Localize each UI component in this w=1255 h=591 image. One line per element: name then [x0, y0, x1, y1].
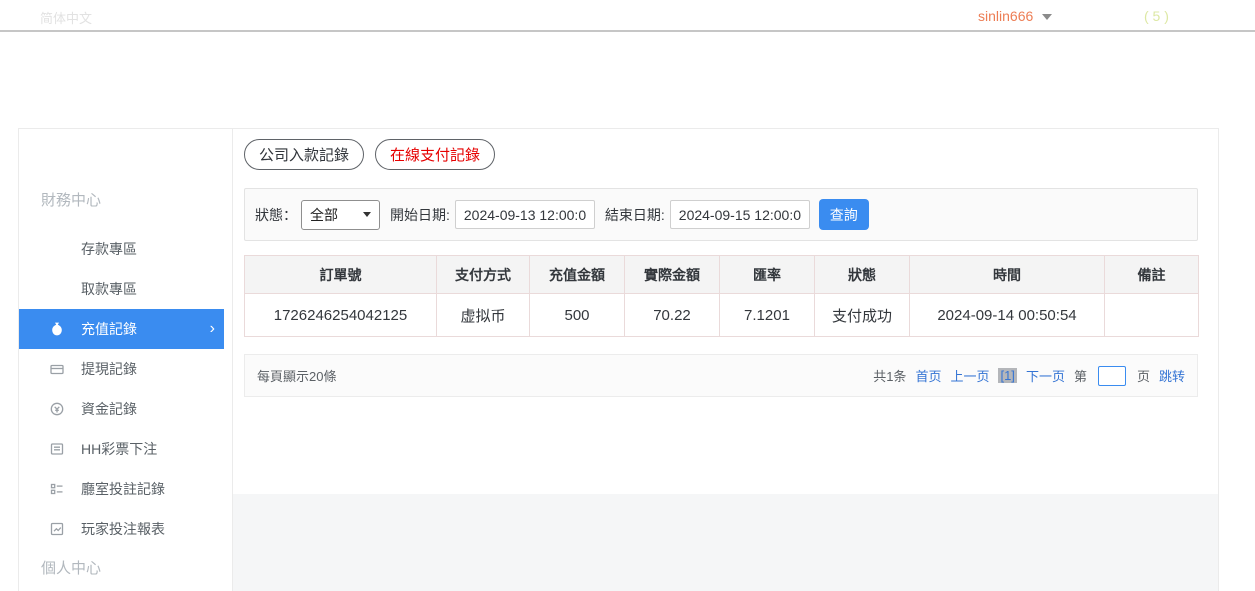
column-header-rate: 匯率 [720, 256, 815, 294]
total-count: 共1条 [873, 366, 906, 385]
status-select-value: 全部 [310, 205, 338, 225]
sidebar-item-label: 充值記錄 [81, 319, 137, 339]
sidebar-item-label: 資金記錄 [81, 399, 137, 419]
cell-recharge-amount: 500 [530, 294, 625, 337]
lottery-doc-icon [49, 441, 65, 457]
page-jump-suffix: 页 [1137, 366, 1150, 385]
sidebar-item-label: HH彩票下注 [81, 439, 157, 459]
sidebar-item-funds-records[interactable]: 資金記錄 [19, 395, 224, 423]
user-dropdown-caret-icon[interactable] [1042, 14, 1052, 20]
column-header-time: 時間 [910, 256, 1105, 294]
start-date-label: 開始日期: [390, 205, 450, 225]
sidebar-section-finance: 財務中心 [41, 189, 101, 210]
records-table: 訂單號 支付方式 充值金額 實際金額 匯率 狀態 時間 備註 172624625… [244, 255, 1199, 337]
language-switcher[interactable]: 简体中文 [40, 8, 92, 27]
column-header-order-no: 訂單號 [245, 256, 437, 294]
sidebar-item-withdraw-zone[interactable]: 取款專區 [81, 275, 137, 303]
prev-page-link[interactable]: 上一页 [950, 366, 989, 385]
cell-actual-amount: 70.22 [625, 294, 720, 337]
sidebar-item-withdrawal-records[interactable]: 提現記錄 [19, 355, 224, 383]
notice-count-badge[interactable]: ( 5 ) [1144, 8, 1169, 24]
page-jump-prefix: 第 [1074, 366, 1087, 385]
sidebar-section-personal: 個人中心 [41, 557, 101, 578]
column-header-status: 狀態 [815, 256, 910, 294]
start-date-input[interactable] [455, 200, 595, 229]
moneybag-icon [49, 321, 65, 337]
room-list-icon [49, 481, 65, 497]
current-page[interactable]: [1] [998, 368, 1016, 383]
jump-button[interactable]: 跳转 [1159, 366, 1185, 385]
cell-status: 支付成功 [815, 294, 910, 337]
column-header-remark: 備註 [1105, 256, 1199, 294]
cell-rate: 7.1201 [720, 294, 815, 337]
sidebar-item-label: 提現記錄 [81, 359, 137, 379]
tab-online-payment-records[interactable]: 在線支付記錄 [375, 139, 495, 170]
next-page-link[interactable]: 下一页 [1026, 366, 1065, 385]
column-header-pay-method: 支付方式 [437, 256, 530, 294]
sidebar-item-label: 玩家投注報表 [81, 519, 165, 539]
sidebar-item-label: 廳室投註記錄 [81, 479, 165, 499]
sidebar-item-deposit-zone[interactable]: 存款專區 [81, 235, 137, 263]
cell-pay-method: 虚拟币 [437, 294, 530, 337]
column-header-actual-amount: 實際金額 [625, 256, 720, 294]
record-type-tabs: 公司入款記錄 在線支付記錄 [244, 139, 1218, 170]
report-chart-icon [49, 521, 65, 537]
cell-remark [1105, 294, 1199, 337]
bottom-gray-area [233, 494, 1218, 591]
table-header-row: 訂單號 支付方式 充值金額 實際金額 匯率 狀態 時間 備註 [245, 256, 1199, 294]
cell-time: 2024-09-14 00:50:54 [910, 294, 1105, 337]
end-date-input[interactable] [670, 200, 810, 229]
main-area: 公司入款記錄 在線支付記錄 狀態： 全部 開始日期: 結束日期: 查詢 [233, 129, 1218, 591]
funds-icon [49, 401, 65, 417]
sidebar-item-hh-lottery-bets[interactable]: HH彩票下注 [19, 435, 224, 463]
sidebar: 財務中心 存款專區 取款專區 充值記錄 › 提現記錄 資金記錄 [19, 129, 233, 591]
cell-order-no: 1726246254042125 [245, 294, 437, 337]
username[interactable]: sinlin666 [978, 8, 1033, 24]
pager: 共1条 首页 上一页 [1] 下一页 第 页 跳转 [873, 366, 1185, 386]
top-bar: 简体中文 sinlin666 ( 5 ) [0, 0, 1255, 32]
per-page-info: 每頁顯示20條 [257, 366, 336, 385]
main-panel: 財務中心 存款專區 取款專區 充值記錄 › 提現記錄 資金記錄 [18, 128, 1219, 591]
status-label: 狀態： [255, 205, 297, 225]
chevron-down-icon [363, 212, 371, 217]
sidebar-item-player-bet-report[interactable]: 玩家投注報表 [19, 515, 224, 543]
sidebar-item-room-bet-records[interactable]: 廳室投註記錄 [19, 475, 224, 503]
sidebar-item-recharge-records[interactable]: 充值記錄 › [19, 309, 224, 349]
withdraw-card-icon [49, 361, 65, 377]
content-area: 公司入款記錄 在線支付記錄 狀態： 全部 開始日期: 結束日期: 查詢 [233, 129, 1218, 494]
chevron-right-icon: › [210, 320, 215, 338]
page-number-input[interactable] [1098, 366, 1126, 386]
filter-bar: 狀態： 全部 開始日期: 結束日期: 查詢 [244, 188, 1198, 241]
table-row: 1726246254042125 虚拟币 500 70.22 7.1201 支付… [245, 294, 1199, 337]
pagination-bar: 每頁顯示20條 共1条 首页 上一页 [1] 下一页 第 页 跳转 [244, 354, 1198, 397]
status-select[interactable]: 全部 [301, 200, 380, 230]
tab-company-deposit-records[interactable]: 公司入款記錄 [244, 139, 364, 170]
end-date-label: 結束日期: [605, 205, 665, 225]
column-header-recharge-amount: 充值金額 [530, 256, 625, 294]
first-page-link[interactable]: 首页 [915, 366, 941, 385]
search-button[interactable]: 查詢 [819, 199, 869, 230]
